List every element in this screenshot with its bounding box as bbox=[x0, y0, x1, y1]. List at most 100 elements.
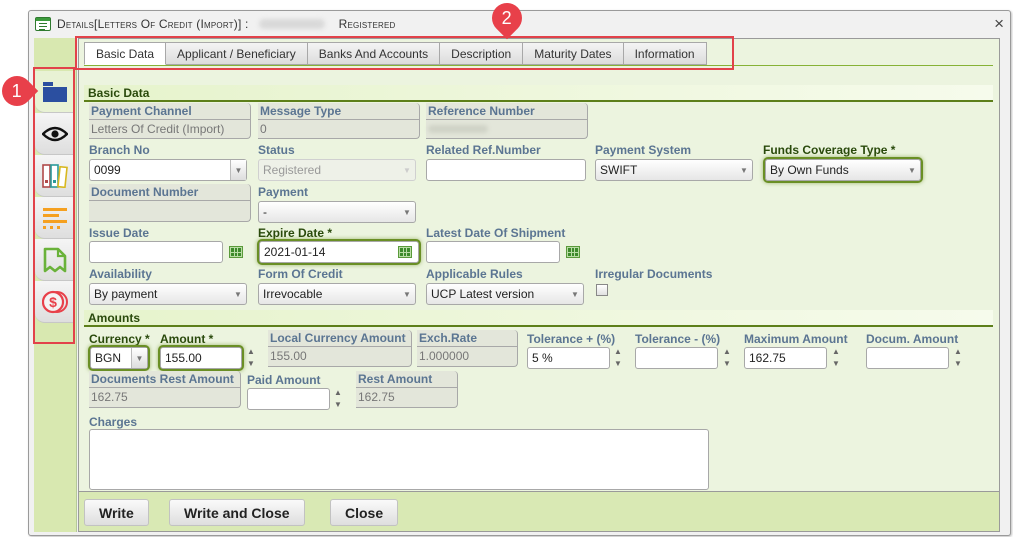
tab-underline bbox=[84, 65, 993, 66]
tab-maturity-dates[interactable]: Maturity Dates bbox=[523, 42, 624, 65]
charges-textarea[interactable] bbox=[89, 429, 709, 490]
maximum-amount-input[interactable]: 162.75 bbox=[744, 347, 827, 369]
branch-no-label: Branch No bbox=[89, 143, 150, 157]
document-number-value bbox=[89, 201, 250, 218]
payment-value: - bbox=[263, 205, 267, 219]
availability-label: Availability bbox=[89, 267, 152, 281]
status-select: Registered ▼ bbox=[258, 159, 416, 181]
chevron-down-icon: ▼ bbox=[403, 165, 411, 175]
calendar-icon[interactable] bbox=[229, 246, 243, 258]
payment-system-value: SWIFT bbox=[600, 163, 638, 177]
charges-label: Charges bbox=[89, 415, 138, 429]
tab-basic-data[interactable]: Basic Data bbox=[84, 42, 167, 65]
list-lines-icon bbox=[43, 207, 67, 229]
payment-select[interactable]: - ▼ bbox=[258, 201, 416, 223]
calendar-icon[interactable] bbox=[566, 246, 580, 258]
rest-amount-value: 162.75 bbox=[358, 390, 395, 404]
maximum-amount-spinner[interactable]: ▲ ▼ bbox=[831, 347, 841, 369]
applicable-rules-select[interactable]: UCP Latest version ▼ bbox=[426, 283, 584, 305]
tab-banks-and-accounts[interactable]: Banks And Accounts bbox=[307, 42, 441, 65]
currency-select[interactable]: BGN ▼ bbox=[90, 347, 148, 369]
paid-amount-input[interactable] bbox=[247, 388, 330, 410]
write-and-close-button[interactable]: Write and Close bbox=[169, 499, 305, 526]
branch-no-select[interactable]: 0099 ▼ bbox=[89, 159, 247, 181]
tolerance-minus-spinner[interactable]: ▲ ▼ bbox=[722, 347, 732, 369]
related-ref-label: Related Ref.Number bbox=[426, 143, 541, 157]
receipt-icon bbox=[43, 247, 67, 272]
tolerance-plus-input[interactable]: 5 % bbox=[527, 347, 610, 369]
exch-rate-value: 1.000000 bbox=[419, 349, 470, 363]
payment-label: Payment bbox=[258, 185, 309, 199]
form-of-credit-label: Form Of Credit bbox=[258, 267, 343, 281]
document-number-field: Document Number bbox=[89, 184, 251, 222]
related-ref-input[interactable] bbox=[426, 159, 586, 181]
chevron-down-icon: ▼ bbox=[403, 207, 411, 217]
chevron-down-icon: ▼ bbox=[740, 165, 748, 175]
reference-number-field: Reference Number bbox=[426, 103, 588, 139]
amount-value: 155.00 bbox=[165, 351, 202, 365]
main-panel: Basic Data Applicant / Beneficiary Banks… bbox=[78, 38, 1000, 532]
status-value: Registered bbox=[263, 163, 322, 177]
calendar-icon[interactable] bbox=[398, 246, 412, 258]
close-button[interactable]: Close bbox=[330, 499, 399, 526]
chevron-down-icon: ▼ bbox=[230, 160, 246, 180]
payment-channel-value: Letters Of Credit (Import) bbox=[91, 122, 225, 136]
docum-amount-input[interactable] bbox=[866, 347, 949, 369]
paid-amount-spinner[interactable]: ▲ ▼ bbox=[333, 388, 343, 410]
binders-icon bbox=[42, 163, 68, 188]
issue-date-input[interactable] bbox=[89, 241, 223, 263]
expire-date-value: 2021-01-14 bbox=[264, 245, 326, 259]
tab-description[interactable]: Description bbox=[440, 42, 524, 65]
message-type-label: Message Type bbox=[258, 103, 419, 120]
tolerance-plus-spinner[interactable]: ▲ ▼ bbox=[613, 347, 623, 369]
side-tab-folder[interactable] bbox=[35, 71, 75, 113]
funds-coverage-label: Funds Coverage Type * bbox=[763, 143, 896, 157]
applicable-rules-label: Applicable Rules bbox=[426, 267, 523, 281]
expire-date-label: Expire Date * bbox=[258, 226, 333, 240]
currency-value: BGN bbox=[95, 351, 122, 365]
issue-date-label: Issue Date bbox=[89, 226, 150, 240]
funds-coverage-value: By Own Funds bbox=[770, 163, 849, 177]
docum-amount-spinner[interactable]: ▲ ▼ bbox=[953, 347, 963, 369]
irregular-docs-checkbox[interactable] bbox=[596, 284, 608, 296]
side-tab-charges[interactable]: $ bbox=[35, 281, 75, 323]
chevron-down-icon: ▼ bbox=[571, 289, 579, 299]
side-tab-binders[interactable] bbox=[35, 155, 75, 197]
tab-applicant-beneficiary[interactable]: Applicant / Beneficiary bbox=[166, 42, 308, 65]
coins-dollar-icon: $ bbox=[42, 290, 68, 313]
tolerance-minus-input[interactable] bbox=[635, 347, 718, 369]
tab-bar: Basic Data Applicant / Beneficiary Banks… bbox=[84, 42, 707, 66]
amount-spinner[interactable]: ▲ ▼ bbox=[246, 347, 256, 369]
tab-information[interactable]: Information bbox=[623, 42, 707, 65]
payment-system-select[interactable]: SWIFT ▼ bbox=[595, 159, 753, 181]
amount-input[interactable]: 155.00 bbox=[160, 347, 242, 369]
chevron-down-icon: ▼ bbox=[403, 289, 411, 299]
side-tab-list[interactable] bbox=[35, 197, 75, 239]
documents-rest-amount-value: 162.75 bbox=[91, 390, 128, 404]
funds-coverage-select[interactable]: By Own Funds ▼ bbox=[765, 159, 921, 181]
section-amounts: Amounts bbox=[84, 310, 993, 327]
form-window-icon bbox=[35, 17, 51, 31]
payment-channel-label: Payment Channel bbox=[89, 103, 250, 120]
write-button[interactable]: Write bbox=[84, 499, 149, 526]
availability-select[interactable]: By payment ▼ bbox=[89, 283, 247, 305]
currency-label: Currency * bbox=[89, 332, 150, 346]
side-tab-document[interactable] bbox=[35, 239, 75, 281]
close-window-button[interactable]: × bbox=[994, 14, 1004, 34]
window-status: Registered bbox=[338, 17, 396, 31]
message-type-value: 0 bbox=[260, 122, 267, 136]
maximum-amount-label: Maximum Amount bbox=[744, 332, 848, 346]
expire-date-input[interactable]: 2021-01-14 bbox=[259, 241, 419, 263]
latest-shipment-input[interactable] bbox=[426, 241, 560, 263]
status-label: Status bbox=[258, 143, 295, 157]
rest-amount-label: Rest Amount bbox=[356, 371, 457, 388]
docum-amount-label: Docum. Amount bbox=[866, 332, 959, 346]
payment-system-label: Payment System bbox=[595, 143, 692, 157]
form-of-credit-select[interactable]: Irrevocable ▼ bbox=[258, 283, 416, 305]
folder-icon bbox=[43, 81, 67, 102]
side-tab-view[interactable] bbox=[35, 113, 75, 155]
side-tab-bar: $ bbox=[35, 71, 75, 323]
applicable-rules-value: UCP Latest version bbox=[431, 287, 535, 301]
section-basic-data: Basic Data bbox=[84, 85, 993, 102]
details-window: Details[Letters Of Credit (Import)] : Re… bbox=[28, 10, 1011, 536]
